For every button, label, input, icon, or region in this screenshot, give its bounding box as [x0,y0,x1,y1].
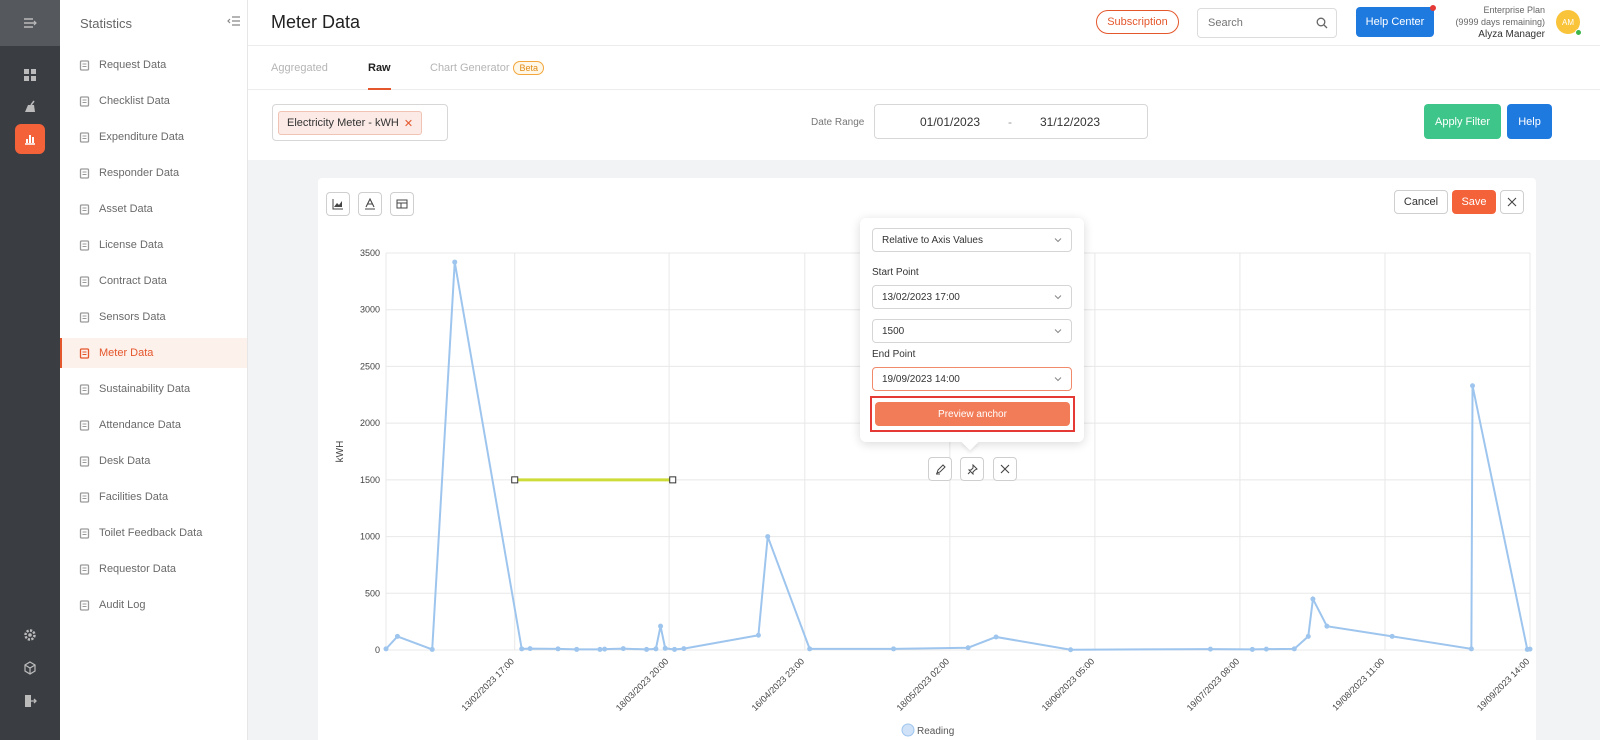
delete-anchor-icon[interactable] [993,457,1017,481]
data-point [429,646,435,652]
data-point [1389,633,1395,639]
start-x-select[interactable]: 13/02/2023 17:00 [872,285,1072,309]
data-point [574,646,580,652]
data-point [658,623,664,629]
data-point [672,646,678,652]
anchor-mode-value: Relative to Axis Values [882,234,983,246]
data-point [755,632,761,638]
pin-anchor-icon[interactable] [960,457,984,481]
data-point [602,646,608,652]
preview-anchor-button[interactable]: Preview anchor [875,402,1070,426]
y-tick-label: 2500 [360,361,380,371]
data-point [1291,646,1297,652]
start-point-label: Start Point [872,267,919,278]
anchor-mode-select[interactable]: Relative to Axis Values [872,228,1072,252]
anchor-end-handle [669,476,677,484]
data-point [662,645,668,651]
y-tick-label: 3500 [360,248,380,258]
x-tick-label: 16/04/2023 23:00 [750,656,807,713]
chevron-down-icon [1053,374,1063,387]
x-tick-label: 19/09/2023 14:00 [1475,656,1532,713]
data-point [765,534,771,540]
edit-anchor-icon[interactable] [928,457,952,481]
anchor-start-handle [511,476,519,484]
y-tick-label: 2000 [360,418,380,428]
x-tick-label: 18/03/2023 20:00 [614,656,671,713]
y-tick-label: 1000 [360,532,380,542]
data-point [965,645,971,651]
data-point [519,646,525,652]
data-point [1527,646,1533,652]
x-tick-label: 13/02/2023 17:00 [460,656,517,713]
meter-reading-chart: 0 500 1000 1500 2000 2500 3000 3500 13/02/2023 1… [335,248,1533,737]
end-x-select[interactable]: 19/09/2023 14:00 [872,367,1072,391]
y-tick-label: 1500 [360,475,380,485]
data-point [555,646,561,652]
data-point [1305,633,1311,639]
data-point [644,646,650,652]
data-point [807,646,813,652]
data-point [1207,646,1213,652]
x-tick-label: 18/06/2023 05:00 [1040,656,1097,713]
x-tick-label: 18/05/2023 02:00 [895,656,952,713]
data-point [1468,646,1474,652]
chevron-down-icon [1053,235,1063,248]
data-point [1263,646,1269,652]
chevron-down-icon [1053,292,1063,305]
legend-swatch-reading [901,723,915,737]
start-y-select[interactable]: 1500 [872,319,1072,343]
data-point [1470,383,1476,389]
start-y-value: 1500 [882,325,905,337]
end-x-value: 19/09/2023 14:00 [882,373,960,385]
preview-highlight-frame: Preview anchor [870,396,1075,432]
data-point [1068,647,1074,653]
x-tick-label: 19/08/2023 11:00 [1330,656,1386,712]
x-tick-label: 19/07/2023 08:00 [1185,656,1242,713]
data-point [891,646,897,652]
y-tick-label: 3000 [360,305,380,315]
y-tick-label: 500 [365,588,380,598]
data-point [1310,596,1316,602]
data-point [653,646,659,652]
chevron-down-icon [1053,326,1063,339]
y-axis-label: kWH [335,441,346,463]
legend-label-reading: Reading [917,726,954,737]
data-point [394,633,400,639]
data-point [1324,623,1330,629]
data-point [452,259,458,265]
data-point [993,634,999,640]
y-tick-label: 0 [375,645,380,655]
data-point [597,646,603,652]
data-point [681,646,687,652]
start-x-value: 13/02/2023 17:00 [882,291,960,303]
data-point [1249,646,1255,652]
anchor-popover: Relative to Axis Values Start Point 13/0… [860,218,1084,451]
end-point-label: End Point [872,349,916,360]
data-point [527,646,533,652]
data-point [620,646,626,652]
data-point [383,646,389,652]
